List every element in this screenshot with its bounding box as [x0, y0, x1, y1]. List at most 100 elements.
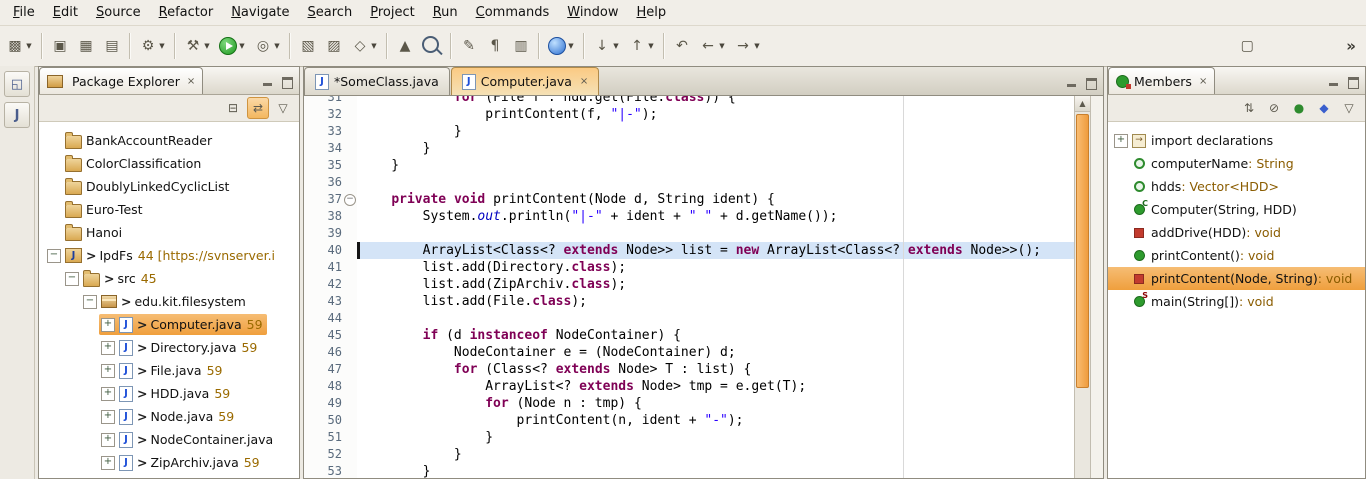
dropdown-arrow-icon[interactable]: ▼: [158, 42, 166, 50]
expander-icon[interactable]: −: [65, 272, 79, 286]
code-line-47[interactable]: 47 for (Class<? extends Node> T : list) …: [304, 361, 1074, 378]
minimize-icon[interactable]: [1328, 77, 1340, 87]
dropdown-arrow-icon[interactable]: ▼: [273, 42, 281, 50]
tree-item-node-java[interactable]: +J>Node.java59: [39, 405, 299, 428]
member-computername[interactable]: computerName : String: [1108, 152, 1365, 175]
tree-item-file-java[interactable]: +J>File.java59: [39, 359, 299, 382]
close-view-icon[interactable]: ×: [1199, 76, 1207, 87]
java-editor-shortcut-icon[interactable]: J: [4, 102, 30, 128]
dropdown-arrow-icon[interactable]: ▼: [25, 42, 33, 50]
fold-collapse-icon[interactable]: −: [344, 194, 356, 206]
menu-source[interactable]: Source: [87, 2, 150, 23]
search-button[interactable]: [419, 33, 445, 59]
save-button[interactable]: ▣: [48, 34, 72, 58]
tree-item-src[interactable]: −>src45: [39, 267, 299, 290]
mark-occurrences-button[interactable]: ✎: [457, 34, 481, 58]
code-line-53[interactable]: 53 }: [304, 463, 1074, 478]
tree-item-ziparchiv-java[interactable]: +J>ZipArchiv.java59: [39, 451, 299, 474]
menu-refactor[interactable]: Refactor: [150, 2, 223, 23]
close-tab-icon[interactable]: ×: [580, 76, 588, 87]
tree-item-nodecontainer-java[interactable]: +J>NodeContainer.java: [39, 428, 299, 451]
minimize-icon[interactable]: [1066, 78, 1078, 88]
print-button[interactable]: ▤: [100, 34, 124, 58]
code-line-41[interactable]: 41 list.add(Directory.class);: [304, 259, 1074, 276]
code-line-34[interactable]: 34 }: [304, 140, 1074, 157]
tree-item-euro-test[interactable]: +Euro-Test: [39, 198, 299, 221]
sort-icon[interactable]: ⇅: [1238, 97, 1260, 119]
link-with-editor-icon[interactable]: ⇄: [247, 97, 269, 119]
menu-edit[interactable]: Edit: [44, 2, 87, 23]
close-view-icon[interactable]: ×: [187, 76, 195, 87]
fast-view-area-button[interactable]: ▢: [1235, 34, 1259, 58]
tree-item-directory-java[interactable]: +J>Directory.java59: [39, 336, 299, 359]
expander-icon[interactable]: +: [101, 318, 115, 332]
maximize-icon[interactable]: [1085, 78, 1097, 88]
debug-button[interactable]: ⚒▼: [181, 34, 214, 58]
export-jar-button[interactable]: ▲: [393, 34, 417, 58]
editor-tab-someclass-java[interactable]: J*SomeClass.java: [304, 67, 450, 95]
next-annotation-button[interactable]: ↓▼: [590, 34, 623, 58]
code-line-39[interactable]: 39: [304, 225, 1074, 242]
code-line-44[interactable]: 44: [304, 310, 1074, 327]
tree-item-bankaccountreader[interactable]: +BankAccountReader: [39, 129, 299, 152]
tree-item-hanoi[interactable]: +Hanoi: [39, 221, 299, 244]
member-adddrive-hdd[interactable]: addDrive(HDD) : void: [1108, 221, 1365, 244]
package-explorer-tab[interactable]: Package Explorer ×: [39, 67, 203, 94]
external-tools-button[interactable]: ⚙▼: [136, 34, 169, 58]
tree-item-hdd-java[interactable]: +J>HDD.java59: [39, 382, 299, 405]
dropdown-arrow-icon[interactable]: ▼: [203, 42, 211, 50]
code-line-31[interactable]: 31 for (File f : hdd.get(File.class)) {: [304, 96, 1074, 106]
code-line-43[interactable]: 43 list.add(File.class);: [304, 293, 1074, 310]
new-class-button[interactable]: ◇▼: [348, 34, 381, 58]
previous-annotation-button[interactable]: ↑▼: [625, 34, 658, 58]
tree-item-doublylinkedcycliclist[interactable]: +DoublyLinkedCyclicList: [39, 175, 299, 198]
back-button[interactable]: ←▼: [696, 34, 729, 58]
scrollbar-up-icon[interactable]: ▲: [1075, 96, 1090, 112]
code-area[interactable]: 31 for (File f : hdd.get(File.class)) { 3…: [304, 96, 1074, 478]
member-import-declarations[interactable]: +→import declarations: [1108, 129, 1365, 152]
tree-item-edu-kit-filesystem[interactable]: −>edu.kit.filesystem: [39, 290, 299, 313]
hide-non-public-members-icon[interactable]: ◆: [1313, 97, 1335, 119]
code-line-45[interactable]: 45 if (d instanceof NodeContainer) {: [304, 327, 1074, 344]
dropdown-arrow-icon[interactable]: ▼: [753, 42, 761, 50]
code-line-51[interactable]: 51 }: [304, 429, 1074, 446]
expander-icon[interactable]: +: [101, 364, 115, 378]
code-line-46[interactable]: 46 NodeContainer e = (NodeContainer) d;: [304, 344, 1074, 361]
members-tab[interactable]: Members ×: [1108, 67, 1215, 94]
show-whitespace-button[interactable]: ¶: [483, 34, 507, 58]
run-button[interactable]: ▼: [216, 34, 249, 58]
dropdown-arrow-icon[interactable]: ▼: [567, 42, 575, 50]
show-selected-element-only-button[interactable]: ▥: [509, 34, 533, 58]
code-line-50[interactable]: 50 printContent(n, ident + "-");: [304, 412, 1074, 429]
last-edit-location-button[interactable]: ↶: [670, 34, 694, 58]
code-line-40[interactable]: 40 ArrayList<Class<? extends Node>> list…: [304, 242, 1074, 259]
restore-views-icon[interactable]: ◱: [4, 71, 30, 97]
expander-icon[interactable]: +: [101, 410, 115, 424]
save-all-button[interactable]: ▦: [74, 34, 98, 58]
dropdown-arrow-icon[interactable]: ▼: [718, 42, 726, 50]
menu-file[interactable]: File: [4, 2, 44, 23]
expander-icon[interactable]: −: [47, 249, 61, 263]
collapse-all-icon[interactable]: ⊟: [222, 97, 244, 119]
dropdown-arrow-icon[interactable]: ▼: [370, 42, 378, 50]
code-line-36[interactable]: 36: [304, 174, 1074, 191]
view-menu-icon[interactable]: ▽: [272, 97, 294, 119]
code-line-38[interactable]: 38 System.out.println("|-" + ident + " "…: [304, 208, 1074, 225]
dropdown-arrow-icon[interactable]: ▼: [612, 42, 620, 50]
new-java-project-button[interactable]: ▧: [296, 34, 320, 58]
member-printcontent-node-string[interactable]: printContent(Node, String) : void: [1108, 267, 1365, 290]
expander-icon[interactable]: −: [83, 295, 97, 309]
code-line-37[interactable]: 37− private void printContent(Node d, St…: [304, 191, 1074, 208]
hide-fields-icon[interactable]: ⊘: [1263, 97, 1285, 119]
expander-icon[interactable]: +: [101, 387, 115, 401]
forward-button[interactable]: →▼: [731, 34, 764, 58]
maximize-icon[interactable]: [281, 77, 293, 87]
tree-item-colorclassification[interactable]: +ColorClassification: [39, 152, 299, 175]
member-hdds[interactable]: hdds : Vector<HDD>: [1108, 175, 1365, 198]
code-line-42[interactable]: 42 list.add(ZipArchiv.class);: [304, 276, 1074, 293]
expander-icon[interactable]: +: [1114, 134, 1128, 148]
menu-help[interactable]: Help: [628, 2, 676, 23]
member-printcontent[interactable]: printContent() : void: [1108, 244, 1365, 267]
maximize-icon[interactable]: [1347, 77, 1359, 87]
editor-tab-computer-java[interactable]: JComputer.java×: [451, 67, 600, 95]
